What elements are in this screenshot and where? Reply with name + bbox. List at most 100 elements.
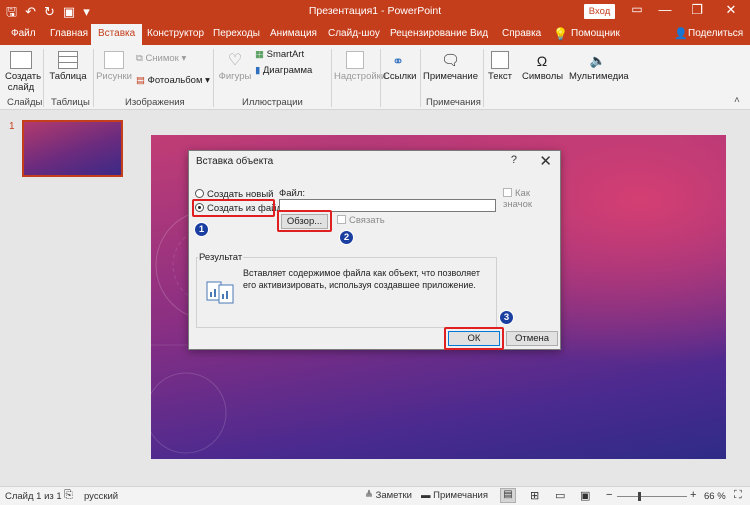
addins-label: Надстройки <box>334 71 387 82</box>
table-button[interactable]: Таблица <box>48 51 88 82</box>
multimedia-label: Мультимедиа <box>569 71 629 82</box>
comment-button[interactable]: 🗨 Примечание <box>423 51 478 82</box>
smartart-label: SmartArt <box>266 49 305 60</box>
addins-icon <box>346 51 364 69</box>
group-label-comments: Примечания <box>426 97 481 108</box>
language-label[interactable]: русский <box>84 491 118 502</box>
tab-insert[interactable]: Вставка <box>91 24 143 45</box>
tab-slideshow[interactable]: Слайд-шоу <box>328 24 380 45</box>
login-button[interactable]: Вход <box>584 4 615 19</box>
step-badge-2: 2 <box>339 230 354 245</box>
embedded-object-icon <box>206 281 234 304</box>
zoom-out-button[interactable]: − <box>606 489 612 501</box>
shapes-icon: ♡ <box>227 52 243 69</box>
ribbon-separator <box>213 49 214 107</box>
pictures-button[interactable]: Рисунки <box>96 51 132 82</box>
table-icon <box>58 51 78 69</box>
group-label-images: Изображения <box>125 97 185 108</box>
tab-file[interactable]: Файл <box>11 24 36 45</box>
links-button[interactable]: ⚭ Ссылки <box>383 51 416 82</box>
normal-view-icon[interactable]: ▤ <box>500 488 516 503</box>
ribbon-separator <box>43 49 44 107</box>
link-checkbox-label: Связать <box>349 215 385 226</box>
slideshow-view-icon[interactable]: ▣ <box>580 489 590 502</box>
slide-sorter-icon[interactable]: ⊞ <box>530 489 539 502</box>
symbols-button[interactable]: Ω Символы <box>522 51 564 82</box>
display-as-icon-checkbox[interactable]: Как значок <box>503 188 560 210</box>
comments-label: Примечания <box>433 490 488 501</box>
comments-icon: ▬ <box>421 490 434 501</box>
group-label-illustrations: Иллюстрации <box>242 97 303 108</box>
tab-home[interactable]: Главная <box>50 24 88 45</box>
multimedia-button[interactable]: 🔈 Мультимедиа <box>569 51 629 82</box>
chart-button[interactable]: ▮ Диаграмма <box>255 65 312 76</box>
dialog-close-button[interactable]: ✕ <box>539 152 552 170</box>
notes-icon: ≜ <box>365 490 376 501</box>
new-slide-label: Создать слайд <box>5 71 42 93</box>
spellcheck-icon[interactable]: ⎘ <box>64 489 73 502</box>
highlight-browse <box>277 210 332 232</box>
share-button[interactable]: Поделиться <box>688 24 743 45</box>
title-bar: 🖫 ↶ ↻ ▣ ▾ Презентация1 - PowerPoint Вход… <box>0 0 750 24</box>
addins-button[interactable]: Надстройки <box>334 51 386 82</box>
slide-count: Слайд 1 из 1 <box>5 491 62 502</box>
cancel-button[interactable]: Отмена <box>506 331 558 346</box>
reading-view-icon[interactable]: ▭ <box>555 489 565 502</box>
result-title: Результат <box>198 252 244 263</box>
highlight-ok <box>444 327 504 350</box>
photo-album-icon: ▤ <box>136 75 148 86</box>
ribbon-separator <box>331 49 332 107</box>
tab-transitions[interactable]: Переходы <box>213 24 260 45</box>
tab-view[interactable]: Вид <box>470 24 488 45</box>
zoom-slider-thumb[interactable] <box>637 492 641 501</box>
person-icon: 👤 <box>674 28 688 40</box>
smartart-icon: ▦ <box>255 49 267 60</box>
close-window-button[interactable]: ✕ <box>720 2 742 18</box>
photo-album-button[interactable]: ▤ Фотоальбом ▾ <box>136 75 210 86</box>
tab-animations[interactable]: Анимация <box>270 24 317 45</box>
new-slide-button[interactable]: Создать слайд <box>5 51 42 93</box>
ribbon: Создать слайд Таблица Рисунки ⧉ Снимок ▾… <box>0 45 750 110</box>
tab-design[interactable]: Конструктор <box>147 24 204 45</box>
tab-review[interactable]: Рецензирование <box>390 24 467 45</box>
omega-icon: Ω <box>536 53 548 69</box>
comment-label: Примечание <box>423 71 478 82</box>
table-label: Таблица <box>49 71 87 82</box>
text-label: Текст <box>488 71 512 82</box>
restore-button[interactable]: ❐ <box>686 2 708 18</box>
ribbon-tabs: Файл Главная Вставка Конструктор Переход… <box>0 24 750 45</box>
symbols-label: Символы <box>522 71 564 82</box>
lightbulb-icon: 💡 <box>553 27 568 41</box>
dialog-title: Вставка объекта <box>196 156 274 167</box>
result-description: Вставляет содержимое файла как объект, ч… <box>243 268 480 290</box>
comment-icon: 🗨 <box>440 52 461 69</box>
chart-label: Диаграмма <box>262 65 313 76</box>
radio-circle <box>195 189 204 198</box>
slide-thumbnail[interactable] <box>22 120 123 177</box>
shapes-button[interactable]: ♡ Фигуры <box>217 51 253 82</box>
comments-button[interactable]: ▬ Примечания <box>421 490 488 501</box>
zoom-level[interactable]: 66 % <box>704 491 726 502</box>
zoom-slider[interactable] <box>617 492 687 501</box>
link-checkbox[interactable]: Связать <box>337 215 385 226</box>
tab-help[interactable]: Справка <box>502 24 541 45</box>
notes-button[interactable]: ≜ Заметки <box>365 490 412 501</box>
photo-album-label: Фотоальбом <box>147 75 203 86</box>
slide-thumbnails-pane: 1 <box>0 111 136 486</box>
checkbox-box <box>337 215 346 224</box>
tab-tell-me[interactable]: Помощник <box>571 24 620 45</box>
help-button[interactable]: ? <box>511 154 517 166</box>
picture-icon <box>104 51 124 69</box>
fit-slide-icon[interactable]: ⛶ <box>734 489 742 502</box>
step-badge-1: 1 <box>194 222 209 237</box>
smartart-button[interactable]: ▦ SmartArt <box>255 49 304 60</box>
zoom-in-button[interactable]: + <box>690 489 696 501</box>
pictures-label: Рисунки <box>96 71 132 82</box>
result-group: Вставляет содержимое файла как объект, ч… <box>196 257 497 328</box>
collapse-ribbon-icon[interactable]: ˄ <box>734 95 740 106</box>
minimize-button[interactable]: — <box>654 2 676 17</box>
ribbon-display-options-icon[interactable]: ▭ <box>626 2 648 16</box>
notes-label: Заметки <box>375 490 412 501</box>
screenshot-button[interactable]: ⧉ Снимок ▾ <box>136 53 186 64</box>
text-button[interactable]: Текст <box>486 51 514 82</box>
